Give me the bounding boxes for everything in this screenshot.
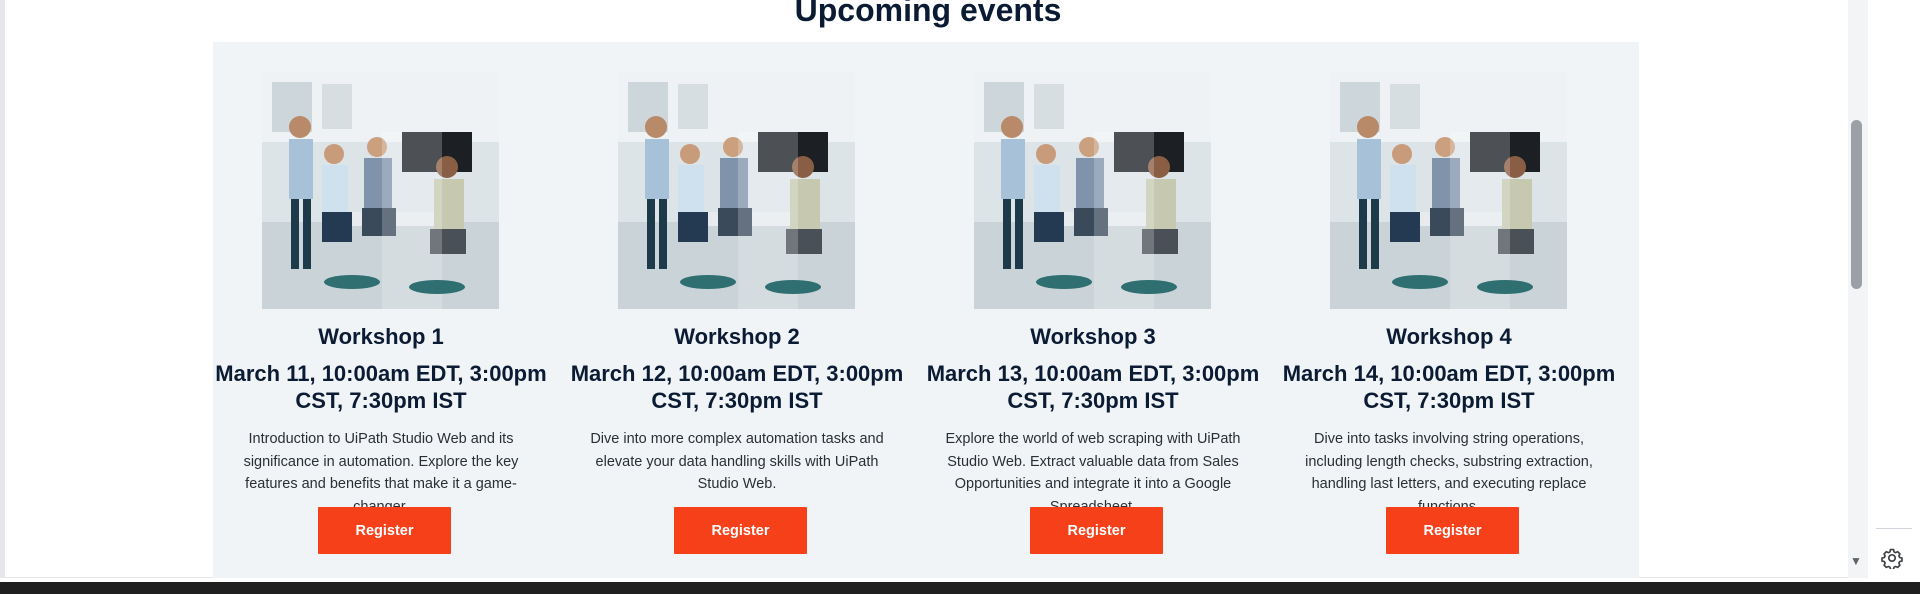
event-description: Dive into tasks involving string operati…	[1305, 431, 1593, 515]
event-card-workshop-2: Workshop 2 March 12, 10:00am EDT, 3:00pm…	[569, 42, 905, 578]
event-title: Workshop 1	[318, 324, 444, 349]
register-button[interactable]: Register	[674, 507, 807, 554]
event-date: March 12, 10:00am EDT, 3:00pm CST, 7:30p…	[570, 361, 904, 413]
meeting-photo-icon	[1330, 72, 1567, 309]
scroll-down-arrow-icon[interactable]: ▼	[1847, 555, 1865, 567]
event-title: Workshop 4	[1386, 324, 1512, 349]
event-image	[1330, 72, 1567, 309]
event-description: Introduction to UiPath Studio Web and it…	[243, 431, 519, 515]
event-card-workshop-1: Workshop 1 March 11, 10:00am EDT, 3:00pm…	[213, 42, 549, 578]
taskbar-strip	[0, 582, 1920, 594]
meeting-photo-icon	[618, 72, 855, 309]
right-rail	[1868, 0, 1920, 578]
register-button[interactable]: Register	[318, 507, 451, 554]
settings-button[interactable]	[1878, 544, 1906, 572]
event-image	[618, 72, 855, 309]
event-description: Explore the world of web scraping with U…	[945, 431, 1241, 515]
gear-icon	[1881, 548, 1903, 569]
event-image	[974, 72, 1211, 309]
register-button[interactable]: Register	[1386, 507, 1519, 554]
event-description: Dive into more complex automation tasks …	[590, 431, 884, 492]
scrollbar-track[interactable]	[1848, 0, 1868, 578]
section-title: Upcoming events	[794, 0, 1062, 28]
rail-divider	[1876, 528, 1912, 529]
events-panel: Workshop 1 March 11, 10:00am EDT, 3:00pm…	[213, 42, 1639, 578]
event-card-workshop-3: Workshop 3 March 13, 10:00am EDT, 3:00pm…	[925, 42, 1261, 578]
event-image	[262, 72, 499, 309]
event-title: Workshop 3	[1030, 324, 1156, 349]
event-date: March 11, 10:00am EDT, 3:00pm CST, 7:30p…	[215, 361, 547, 413]
event-date: March 14, 10:00am EDT, 3:00pm CST, 7:30p…	[1282, 361, 1616, 413]
event-title: Workshop 2	[674, 324, 800, 349]
register-button[interactable]: Register	[1030, 507, 1163, 554]
meeting-photo-icon	[974, 72, 1211, 309]
event-date: March 13, 10:00am EDT, 3:00pm CST, 7:30p…	[926, 361, 1260, 413]
meeting-photo-icon	[262, 72, 499, 309]
scrollbar-thumb[interactable]	[1851, 120, 1862, 289]
event-card-workshop-4: Workshop 4 March 14, 10:00am EDT, 3:00pm…	[1281, 42, 1617, 578]
